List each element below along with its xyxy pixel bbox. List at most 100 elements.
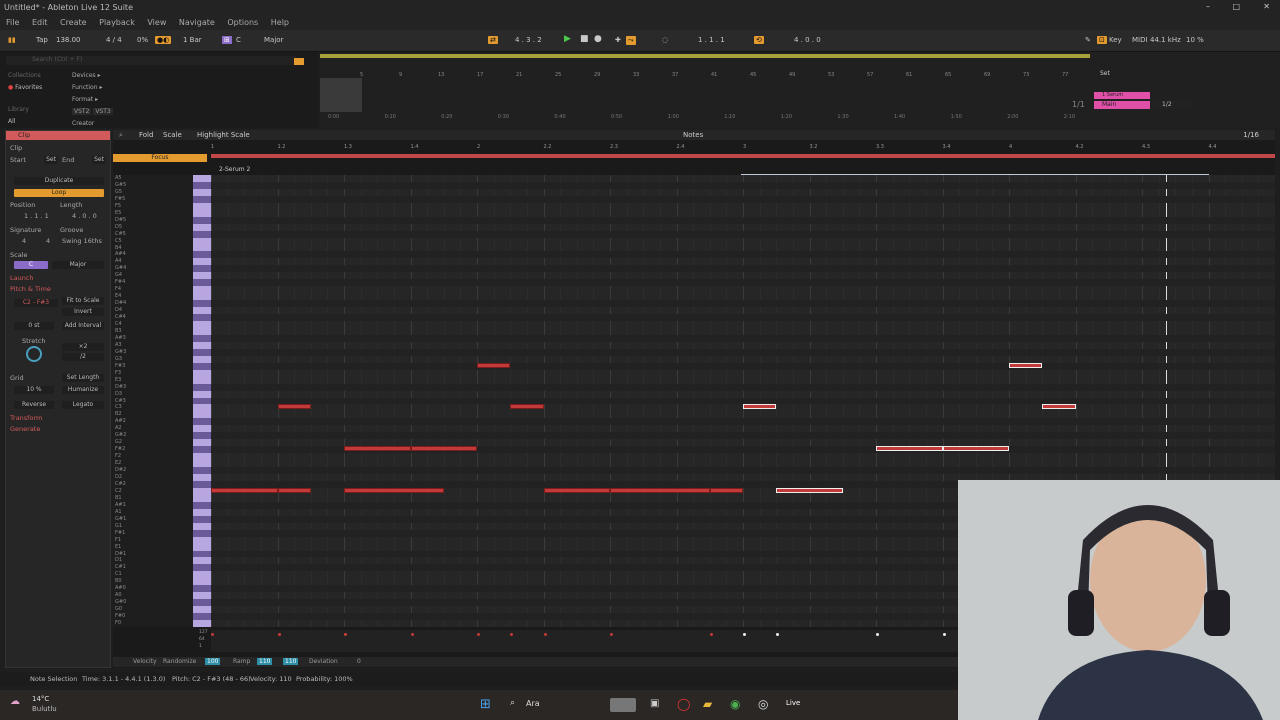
loop-switch-icon[interactable]: ⟲ bbox=[754, 36, 764, 44]
loop-start[interactable]: 1 . 1 . 1 bbox=[698, 36, 725, 44]
stop-icon[interactable]: ■ bbox=[580, 34, 589, 44]
piano-key[interactable] bbox=[193, 376, 211, 384]
notes-tab[interactable]: Notes bbox=[683, 131, 703, 139]
piano-key[interactable] bbox=[193, 272, 211, 280]
piano-key[interactable] bbox=[193, 522, 211, 530]
duplicate-button[interactable]: Duplicate bbox=[14, 177, 104, 185]
launch-section[interactable]: Launch bbox=[10, 274, 106, 283]
randomize-label[interactable]: Randomize bbox=[163, 658, 196, 665]
folder-icon[interactable]: ▰ bbox=[703, 697, 712, 711]
piano-key[interactable] bbox=[193, 230, 211, 238]
capture-icon[interactable]: ◌ bbox=[662, 36, 668, 44]
automation-arm-icon[interactable]: ⤳ bbox=[626, 36, 636, 45]
piano-key[interactable] bbox=[193, 341, 211, 349]
quantize-menu[interactable]: 1 Bar bbox=[183, 36, 202, 44]
piano-key[interactable] bbox=[193, 487, 211, 495]
humanize-button[interactable]: Humanize bbox=[62, 386, 104, 394]
clip-loop-bar[interactable] bbox=[211, 154, 1275, 158]
menu-playback[interactable]: Playback bbox=[99, 18, 135, 27]
humanize-amount[interactable]: 10 % bbox=[14, 386, 54, 394]
devices-filter[interactable]: Devices ▸ bbox=[72, 72, 101, 79]
piano-key[interactable] bbox=[193, 390, 211, 398]
piano-key[interactable] bbox=[193, 571, 211, 579]
play-icon[interactable]: ▶ bbox=[564, 34, 571, 44]
velocity-marker[interactable] bbox=[277, 633, 281, 636]
velocity-marker[interactable] bbox=[543, 633, 547, 636]
piano-key[interactable] bbox=[193, 439, 211, 447]
piano-key[interactable] bbox=[193, 453, 211, 461]
vst3-tag[interactable]: VST3 bbox=[93, 108, 113, 115]
piano-key[interactable] bbox=[193, 216, 211, 224]
piano-key[interactable] bbox=[193, 244, 211, 252]
highlight-scale-button[interactable]: Highlight Scale bbox=[197, 131, 250, 139]
piano-key[interactable] bbox=[193, 237, 211, 245]
velocity-marker[interactable] bbox=[709, 633, 713, 636]
app-icon[interactable]: ◎ bbox=[758, 697, 768, 711]
invert-button[interactable]: Invert bbox=[62, 308, 104, 316]
midi-note[interactable] bbox=[1042, 404, 1076, 410]
focus-button[interactable]: Focus bbox=[113, 154, 207, 162]
midi-note[interactable] bbox=[277, 404, 311, 410]
scale-key-select[interactable]: C bbox=[14, 261, 48, 269]
time-signature[interactable]: 4 / 4 bbox=[106, 36, 122, 44]
velocity-marker[interactable] bbox=[876, 633, 879, 636]
piano-key[interactable] bbox=[193, 501, 211, 509]
chrome-icon[interactable]: ◉ bbox=[730, 697, 740, 711]
piano-key[interactable] bbox=[193, 543, 211, 551]
menu-view[interactable]: View bbox=[147, 18, 166, 27]
ramp-start[interactable]: 110 bbox=[257, 658, 273, 665]
scale-icon[interactable]: ⊞ bbox=[222, 36, 232, 44]
task-view-icon[interactable]: ▣ bbox=[650, 698, 659, 709]
midi-note[interactable] bbox=[543, 487, 610, 493]
vst2-tag[interactable]: VST2 bbox=[72, 108, 92, 115]
taskbar-search-icon[interactable]: ⌕ bbox=[510, 698, 515, 708]
midi-note[interactable] bbox=[410, 446, 477, 452]
velocity-marker[interactable] bbox=[477, 633, 480, 636]
browser-search-input[interactable]: Search (Ctrl + F) bbox=[6, 56, 296, 65]
start-set-button[interactable]: Set bbox=[44, 156, 58, 164]
velocity-marker[interactable] bbox=[510, 633, 514, 636]
format-filter[interactable]: Format ▸ bbox=[72, 96, 98, 103]
piano-key[interactable] bbox=[193, 411, 211, 419]
library-all-item[interactable]: All bbox=[8, 118, 15, 125]
song-position[interactable]: 4 . 3 . 2 bbox=[515, 36, 542, 44]
piano-key[interactable] bbox=[193, 334, 211, 342]
piano-key[interactable] bbox=[193, 550, 211, 558]
groove-select[interactable]: Swing 16ths bbox=[62, 237, 106, 246]
piano-key[interactable] bbox=[193, 258, 211, 266]
key-map-icon[interactable]: ⊡ bbox=[1097, 36, 1107, 44]
end-set-button[interactable]: Set bbox=[92, 156, 106, 164]
midi-note[interactable] bbox=[709, 487, 743, 493]
piano-key[interactable] bbox=[193, 446, 211, 454]
set-length-button[interactable]: Set Length bbox=[62, 374, 104, 382]
piano-key[interactable] bbox=[193, 480, 211, 488]
key-map-label[interactable]: Key bbox=[1109, 36, 1122, 44]
clip-panel-title[interactable]: Clip bbox=[6, 131, 110, 140]
piano-key[interactable] bbox=[193, 515, 211, 523]
follow-icon[interactable]: ⇄ bbox=[488, 36, 498, 44]
midi-note[interactable] bbox=[1009, 362, 1043, 368]
track-routing[interactable]: 1/2 bbox=[1152, 101, 1192, 109]
piano-key[interactable] bbox=[193, 355, 211, 363]
velocity-marker[interactable] bbox=[344, 633, 347, 636]
start-icon[interactable]: ⊞ bbox=[480, 697, 491, 712]
piano-key[interactable] bbox=[193, 425, 211, 433]
menu-options[interactable]: Options bbox=[227, 18, 258, 27]
piano-key[interactable] bbox=[193, 251, 211, 259]
midi-note[interactable] bbox=[211, 487, 278, 493]
menu-toggle-icon[interactable]: ▮▮ bbox=[8, 36, 16, 44]
piano-key[interactable] bbox=[193, 369, 211, 377]
reverse-button[interactable]: Reverse bbox=[14, 401, 54, 409]
live-app-icon[interactable]: Live bbox=[786, 699, 800, 707]
menu-navigate[interactable]: Navigate bbox=[179, 18, 215, 27]
search-icon[interactable]: ⌕ bbox=[119, 131, 123, 140]
piano-key[interactable] bbox=[193, 613, 211, 621]
midi-note[interactable] bbox=[510, 404, 544, 410]
function-filter[interactable]: Function ▸ bbox=[72, 84, 102, 91]
velocity-marker[interactable] bbox=[743, 633, 746, 636]
scale-button[interactable]: Scale bbox=[163, 131, 182, 139]
piano-key[interactable] bbox=[193, 209, 211, 217]
piano-key[interactable] bbox=[193, 620, 211, 627]
key-select[interactable]: C bbox=[236, 36, 241, 44]
midi-note[interactable] bbox=[743, 404, 777, 410]
